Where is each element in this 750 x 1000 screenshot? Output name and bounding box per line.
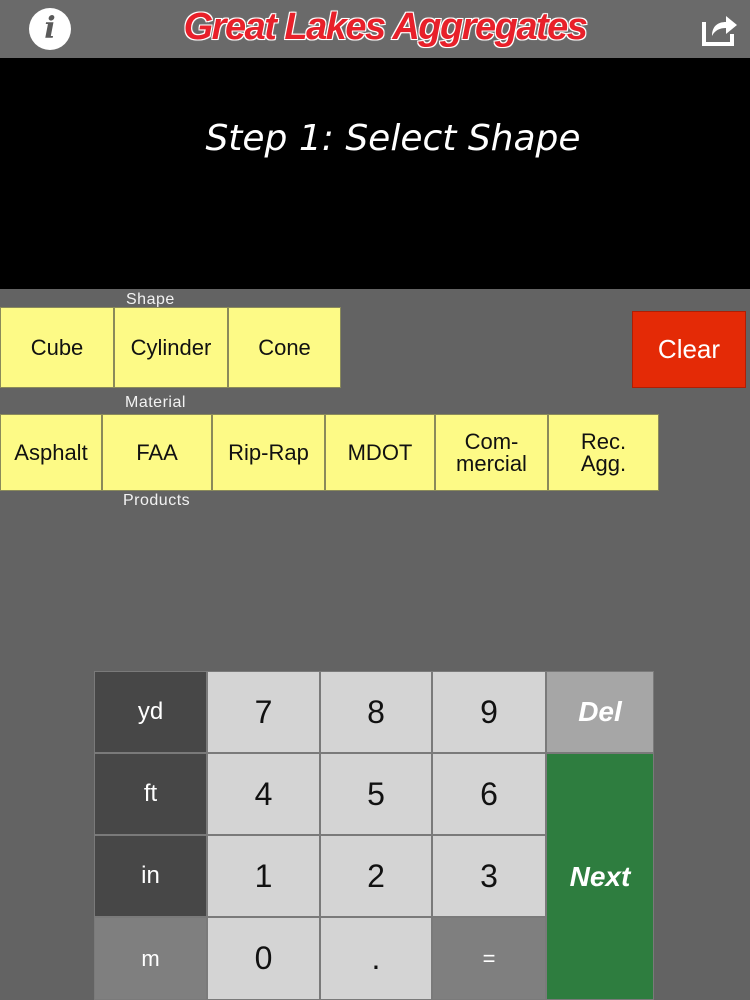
step-display: Step 1: Select Shape [0,58,750,289]
delete-key[interactable]: Del [546,671,654,753]
unit-yd-key[interactable]: yd [94,671,207,753]
digit-6-key[interactable]: 6 [432,753,546,835]
material-commercial-button[interactable]: Com- mercial [435,414,548,491]
material-rec-agg-button[interactable]: Rec. Agg. [548,414,659,491]
next-key[interactable]: Next [546,753,654,1000]
unit-ft-key[interactable]: ft [94,753,207,835]
step-instruction: Step 1: Select Shape [205,118,581,159]
material-riprap-button[interactable]: Rip-Rap [212,414,325,491]
products-label: Products [123,492,191,509]
digit-9-key[interactable]: 9 [432,671,546,753]
digit-4-key[interactable]: 4 [207,753,320,835]
digit-2-key[interactable]: 2 [320,835,432,917]
digit-7-key[interactable]: 7 [207,671,320,753]
digit-0-key[interactable]: 0 [207,917,320,1000]
unit-in-key[interactable]: in [94,835,207,917]
shape-cube-button[interactable]: Cube [0,307,114,388]
material-faa-button[interactable]: FAA [102,414,212,491]
app-header: i Great Lakes Aggregates [0,0,750,58]
material-label: Material [125,394,186,411]
decimal-point-key[interactable]: . [320,917,432,1000]
digit-8-key[interactable]: 8 [320,671,432,753]
clear-button[interactable]: Clear [632,311,746,388]
unit-m-key[interactable]: m [94,917,207,1000]
shape-cone-button[interactable]: Cone [228,307,341,388]
equals-key[interactable]: = [432,917,546,1000]
material-asphalt-button[interactable]: Asphalt [0,414,102,491]
material-mdot-button[interactable]: MDOT [325,414,435,491]
digit-5-key[interactable]: 5 [320,753,432,835]
shape-cylinder-button[interactable]: Cylinder [114,307,228,388]
digit-1-key[interactable]: 1 [207,835,320,917]
app-title: Great Lakes Aggregates [183,5,589,49]
share-icon[interactable] [698,8,740,50]
digit-3-key[interactable]: 3 [432,835,546,917]
